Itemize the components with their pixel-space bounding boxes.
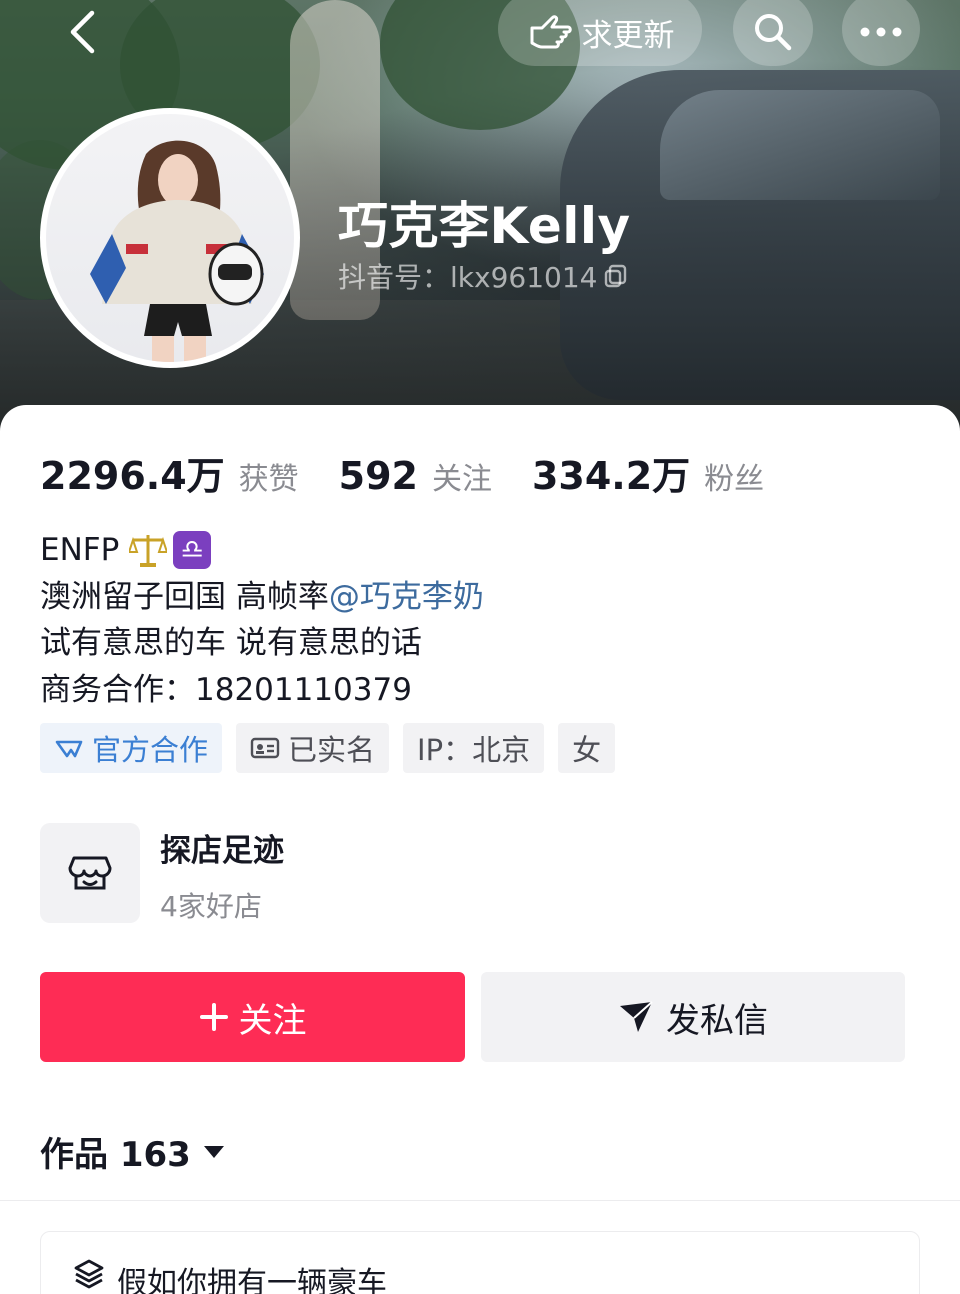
plus-icon [199,1003,228,1031]
balance-scale-icon [129,532,168,568]
chevron-left-icon [70,10,95,54]
works-tab-label: 作品 163 [40,1135,191,1175]
more-dots-icon [860,27,902,37]
bio-line: 试有意思的车 说有意思的话 [40,625,422,661]
id-card-icon [250,737,280,759]
bio-line: ENFP ♎ [40,527,484,574]
search-icon [755,14,792,51]
copy-icon[interactable] [603,263,629,289]
bio: ENFP ♎ 澳洲留子回国 高帧率 @巧克李奶 试有意思的车 说有意思的话 商务… [40,527,484,713]
bio-text: 澳洲留子回国 高帧率 [40,578,329,615]
avatar-portrait-icon [90,140,264,362]
request-update-button[interactable]: 求更新 [498,0,702,66]
profile-card: 2296.4万 获赞 592 关注 334.2万 粉丝 ENFP ♎ 澳洲留子回… [0,405,960,1294]
avatar[interactable] [40,108,300,368]
caret-down-icon [203,1145,224,1158]
douyin-id[interactable]: 抖音号：lkx961014 [338,256,629,296]
stats-row: 2296.4万 获赞 592 关注 334.2万 粉丝 [40,445,804,500]
avatar-photo [46,114,294,362]
shop-visits-count: 4家好店 [160,890,262,923]
gender-tag: 女 [558,723,616,773]
followers-label[interactable]: 粉丝 [704,454,764,498]
ip-location-tag: IP：北京 [403,723,545,773]
send-icon [620,1001,653,1032]
profile-tags: 官方合作 已实名 IP：北京 女 [40,723,616,773]
hand-point-icon [530,15,572,49]
section-divider [0,1200,960,1201]
follow-label: 关注 [238,1000,307,1041]
bio-contact: 商务合作：18201110379 [40,671,412,708]
profile-name: 巧克李Kelly [338,197,631,255]
layers-icon [74,1259,104,1289]
bio-mbti: ENFP [40,532,120,568]
ip-location-label: IP：北京 [417,733,531,767]
collection-title: 假如你拥有一辆豪车 [117,1266,387,1294]
following-label[interactable]: 关注 [432,454,492,498]
verified-tag: 已实名 [236,723,390,773]
works-tab[interactable]: 作品 163 [40,1127,225,1176]
back-button[interactable] [52,4,112,60]
send-message-label: 发私信 [666,1000,768,1041]
libra-zodiac-icon: ♎ [173,531,212,570]
likes-label: 获赞 [238,462,299,497]
send-message-button[interactable]: 发私信 [481,972,905,1062]
verified-label: 已实名 [288,733,376,767]
followers-count[interactable]: 334.2万 [532,445,690,500]
bio-mention-link[interactable]: @巧克李奶 [329,574,484,621]
collection-entry[interactable]: 假如你拥有一辆豪车 [40,1231,920,1294]
official-cooperation-label: 官方合作 [92,733,209,767]
follow-button[interactable]: 关注 [40,972,465,1062]
store-icon [68,856,112,890]
likes-count: 2296.4万 [40,454,225,498]
request-update-label: 求更新 [581,17,675,54]
cover-car-window [660,90,940,200]
official-cooperation-icon [55,740,83,758]
shop-visits-title: 探店足迹 [160,833,284,869]
gender-label: 女 [572,733,602,767]
douyin-id-text: 抖音号：lkx961014 [338,261,598,294]
search-button[interactable] [733,0,813,66]
official-cooperation-tag[interactable]: 官方合作 [40,723,223,773]
following-count[interactable]: 592 [339,454,418,498]
bio-line: 澳洲留子回国 高帧率 @巧克李奶 [40,574,484,621]
shop-visits-entry[interactable]: 探店足迹 4家好店 [40,823,920,923]
shop-icon-box [40,823,140,923]
